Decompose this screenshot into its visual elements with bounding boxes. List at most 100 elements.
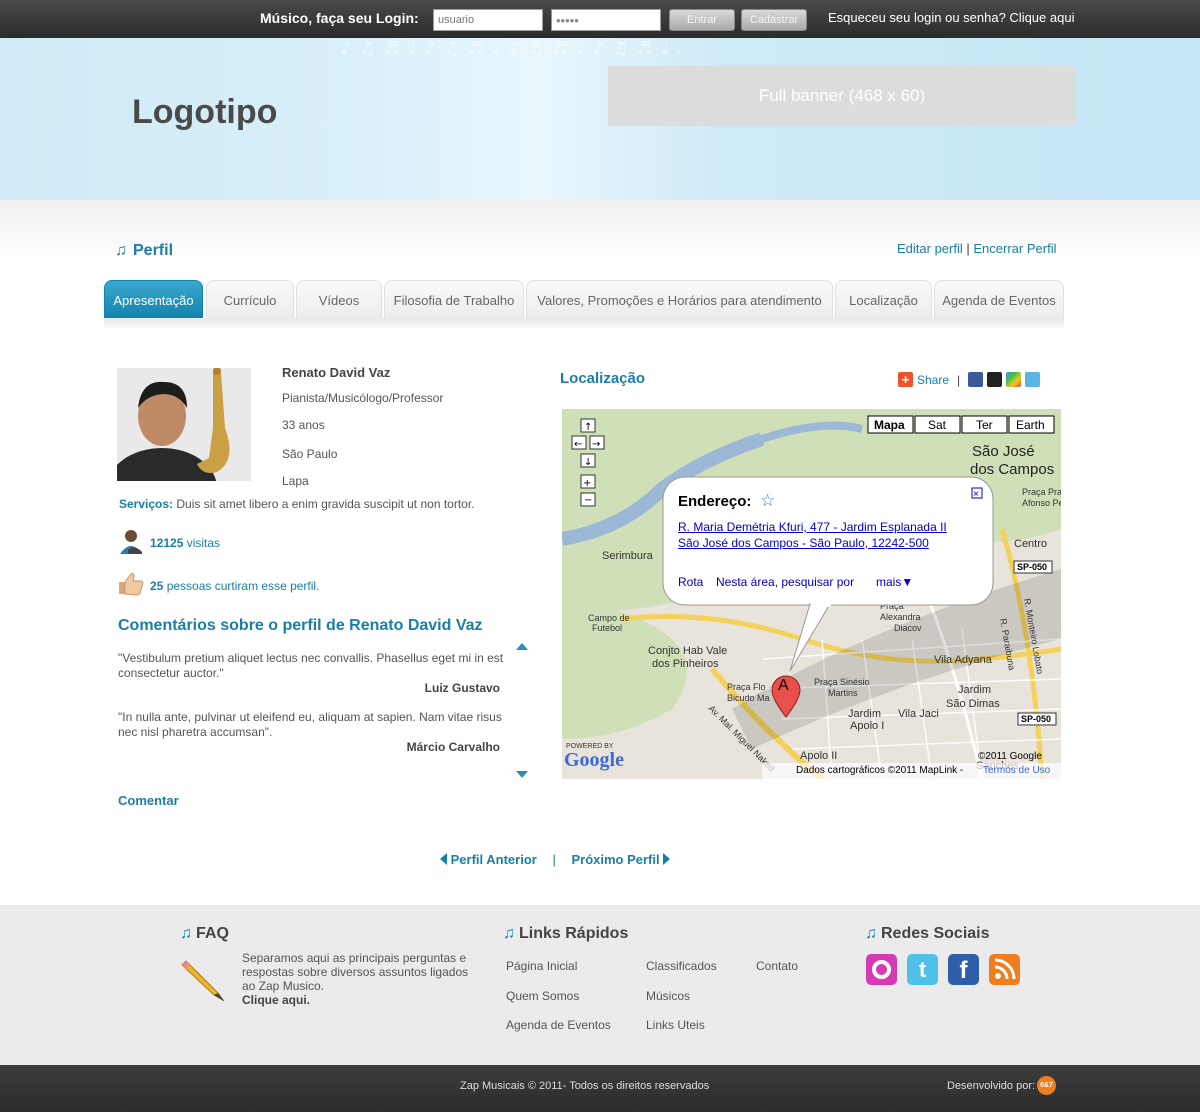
popup-title: Endereço: [678, 493, 752, 510]
developed-by: Desenvolvido por: [947, 1080, 1036, 1092]
developer-logo-icon[interactable]: 0&7 [1037, 1076, 1056, 1095]
footer-link-agenda[interactable]: Agenda de Eventos [506, 1018, 611, 1032]
twitter-icon[interactable]: t [907, 954, 938, 985]
nearby-search-link[interactable]: Nesta área, pesquisar por [716, 575, 854, 589]
profile-pager: Perfil Anterior | Próximo Perfil [440, 852, 671, 867]
register-button[interactable]: Cadastrar [741, 9, 807, 31]
google-logo[interactable]: Google [564, 749, 624, 772]
username-input[interactable] [433, 9, 543, 31]
location-map[interactable]: São José dos Campos Serimbura Campo de F… [562, 409, 1061, 779]
map-type-earth[interactable]: Earth [1016, 418, 1045, 432]
share-plus-icon[interactable]: + [898, 372, 913, 387]
orkut-icon[interactable] [866, 954, 897, 985]
share-bar: + Share | [898, 372, 1041, 387]
forgot-password-link[interactable]: Esqueceu seu login ou senha? Clique aqui [828, 10, 1074, 25]
tab-videos[interactable]: Vídeos [296, 280, 382, 318]
map-label: Vila Jaci [898, 708, 939, 720]
map-label: Futebol [592, 623, 622, 633]
faq-link[interactable]: Clique aqui. [242, 993, 310, 1007]
site-footer: ♫ FAQ Separamos aqui as principais pergun… [0, 905, 1200, 1065]
map-label: São Dimas [946, 698, 1000, 710]
tab-apresentacao[interactable]: Apresentação [104, 280, 203, 318]
tab-valores[interactable]: Valores, Promoções e Horários para atend… [526, 280, 833, 318]
svg-text:→: → [592, 439, 600, 450]
map-marker-label[interactable]: A [778, 677, 789, 695]
person-city: São Paulo [282, 447, 338, 461]
tab-curriculo[interactable]: Currículo [206, 280, 294, 318]
footer-link-classificados[interactable]: Classificados [646, 959, 717, 973]
map-label: Alexandra [880, 612, 921, 622]
tab-filosofia[interactable]: Filosofia de Trabalho [384, 280, 524, 318]
visitors-icon [118, 528, 144, 554]
map-copyright-google: ©2011 Google [978, 751, 1042, 762]
twitter-share-icon[interactable] [1025, 372, 1041, 387]
map-label: Conjto Hab Vale [648, 645, 727, 657]
faq-text: Separamos aqui as principais perguntas e… [242, 951, 469, 993]
comments-scroll-up-icon[interactable] [516, 643, 528, 650]
map-label: Bicudo Ma [727, 693, 770, 703]
likes-label: pessoas curtiram esse perfil. [166, 579, 320, 593]
faq-heading: ♫ FAQ [180, 925, 229, 943]
footer-link-musicos[interactable]: Músicos [646, 989, 690, 1003]
profile-links: Editar perfil | Encerrar Perfil [897, 241, 1056, 256]
myspace-share-icon[interactable] [987, 372, 1003, 387]
copyright: Zap Musicais © 2011- Todos os direitos r… [460, 1080, 710, 1092]
profile-title-text: Perfil [133, 242, 174, 259]
footer-link-quem-somos[interactable]: Quem Somos [506, 989, 579, 1003]
map-label: Centro [1014, 538, 1047, 550]
bottom-bar: Zap Musicais © 2011- Todos os direitos r… [0, 1065, 1200, 1112]
location-title: Localização [560, 370, 646, 387]
map-copyright: Dados cartográficos ©2011 MapLink - [796, 765, 964, 776]
map-label: Praça Sinésio [814, 677, 870, 687]
facebook-icon[interactable]: f [948, 954, 979, 985]
google-share-icon[interactable] [1006, 372, 1022, 387]
arrow-right-icon[interactable] [663, 853, 671, 865]
map-type-sat[interactable]: Sat [928, 418, 946, 432]
comment-author: Luiz Gustavo [424, 681, 500, 695]
route-link[interactable]: Rota [678, 575, 703, 589]
comment-author: Márcio Carvalho [406, 740, 500, 754]
password-input[interactable] [551, 9, 661, 31]
tab-localizacao[interactable]: Localização [835, 280, 932, 318]
tab-agenda[interactable]: Agenda de Eventos [934, 280, 1064, 318]
faq-description: Separamos aqui as principais perguntas e… [242, 951, 472, 1007]
address-line2-link[interactable]: São José dos Campos - São Paulo, 12242-5… [678, 536, 929, 550]
close-profile-link[interactable]: Encerrar Perfil [973, 241, 1056, 256]
address-line1-link[interactable]: R. Maria Demétria Kfuri, 477 - Jardim Es… [678, 520, 947, 534]
more-link[interactable]: mais▼ [876, 575, 913, 589]
visits-stat: 12125 visitas [150, 536, 220, 550]
edit-profile-link[interactable]: Editar perfil [897, 241, 963, 256]
next-profile-link[interactable]: Próximo Perfil [571, 852, 659, 867]
facebook-share-icon[interactable] [968, 372, 984, 387]
login-bar: Músico, faça seu Login: Entrar Cadastrar… [0, 0, 1200, 38]
previous-profile-link[interactable]: Perfil Anterior [451, 852, 537, 867]
map-type-ter[interactable]: Ter [976, 418, 993, 432]
music-note-icon: ♫ [865, 925, 877, 942]
footer-link-links-uteis[interactable]: Links Uteis [646, 1018, 705, 1032]
visits-count: 12125 [150, 536, 184, 550]
comment-text: "In nulla ante, pulvinar ut eleifend eu,… [118, 710, 502, 739]
star-icon[interactable]: ☆ [760, 491, 775, 511]
svg-text:×: × [973, 489, 979, 500]
full-banner[interactable]: Full banner (468 x 60) [608, 66, 1076, 126]
map-label: Martins [828, 688, 858, 698]
site-logo[interactable]: Logotipo [132, 93, 277, 132]
comment-link[interactable]: Comentar [118, 793, 179, 808]
share-link[interactable]: Share [917, 373, 949, 387]
enter-button[interactable]: Entrar [669, 9, 735, 31]
map-terms-link[interactable]: Termos de Uso [983, 765, 1050, 776]
social-heading: ♫ Redes Sociais [865, 925, 990, 943]
rss-icon[interactable] [989, 954, 1020, 985]
svg-text:−: − [584, 495, 592, 506]
map-type-mapa[interactable]: Mapa [874, 418, 905, 432]
comment-text: "Vestibulum pretium aliquet lectus nec c… [118, 651, 504, 680]
services-text: Duis sit amet libero a enim gravida susc… [176, 497, 475, 511]
arrow-left-icon[interactable] [440, 853, 447, 865]
footer-link-home[interactable]: Página Inicial [506, 959, 577, 973]
comments-scroll-down-icon[interactable] [516, 771, 528, 778]
footer-link-contato[interactable]: Contato [756, 959, 798, 973]
person-district: Lapa [282, 474, 309, 488]
svg-text:←: ← [574, 439, 582, 450]
map-label: São José [972, 443, 1035, 460]
links-heading: ♫ Links Rápidos [503, 925, 628, 943]
